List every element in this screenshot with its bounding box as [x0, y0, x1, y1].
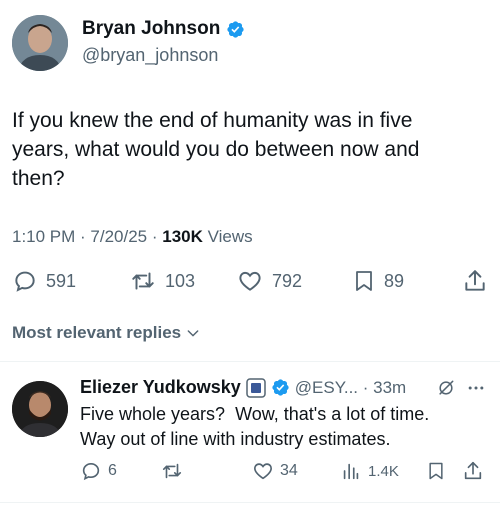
reply-count: 591: [46, 270, 77, 291]
reply-like-count: 34: [280, 462, 298, 479]
author-name-row: Bryan Johnson: [82, 18, 245, 40]
reply-handle-time[interactable]: @ESY... · 33m: [295, 378, 406, 398]
repost-icon: [129, 268, 157, 294]
grok-icon: [436, 378, 456, 398]
grok-button[interactable]: [436, 378, 456, 398]
reply-bookmark-button[interactable]: [426, 460, 446, 482]
share-button[interactable]: [462, 268, 488, 294]
reply-like-button[interactable]: 34: [252, 460, 298, 482]
author-handle[interactable]: @bryan_johnson: [82, 45, 218, 66]
divider: [0, 502, 500, 503]
reply-icon: [12, 268, 38, 294]
repost-button[interactable]: 103: [129, 268, 195, 294]
bookmark-icon: [352, 268, 376, 294]
reply-views-button[interactable]: 1.4K: [340, 460, 399, 482]
avatar-image: [12, 15, 68, 71]
views-chart-icon: [340, 460, 362, 482]
reply-reply-count: 6: [108, 462, 117, 479]
more-icon: [466, 378, 486, 398]
reply-share-button[interactable]: [462, 460, 484, 482]
share-icon: [462, 460, 484, 482]
tweet-text-line: then?: [12, 167, 65, 190]
replies-sort-label: Most relevant replies: [12, 323, 182, 342]
replies-sort-dropdown[interactable]: Most relevant replies: [12, 323, 201, 343]
author-name[interactable]: Bryan Johnson: [82, 18, 220, 40]
heart-icon: [236, 268, 264, 294]
reply-views-count: 1.4K: [368, 462, 399, 480]
bookmark-button[interactable]: 89: [352, 268, 404, 294]
tweet-text-line: years, what would you do between now and: [12, 138, 420, 161]
verified-badge-icon: [226, 20, 245, 39]
reply-text-line: Way out of line with industry estimates.: [80, 429, 391, 449]
tweet-timestamp[interactable]: 1:10 PM · 7/20/25 ·: [12, 227, 162, 246]
verified-badge-icon: [271, 378, 290, 397]
repost-count: 103: [165, 270, 196, 291]
repost-icon: [160, 460, 184, 482]
reply-repost-button[interactable]: [160, 460, 184, 482]
reply-author-avatar[interactable]: [12, 381, 68, 437]
reply-text-line: Five whole years? Wow, that's a lot of t…: [80, 404, 430, 424]
reply-reply-button[interactable]: 6: [80, 460, 117, 482]
reply-author-name[interactable]: Eliezer Yudkowsky: [80, 377, 241, 398]
bookmark-count: 89: [384, 270, 405, 291]
chevron-down-icon: [185, 325, 201, 341]
tweet-text-line: If you knew the end of humanity was in f…: [12, 109, 413, 132]
share-icon: [462, 268, 488, 294]
bookmark-icon: [426, 460, 446, 482]
reply-header: Eliezer Yudkowsky @ESY... · 33m: [80, 377, 406, 398]
more-options-button[interactable]: [466, 378, 486, 398]
tweet-text: If you knew the end of humanity was in f…: [12, 106, 492, 193]
like-count: 792: [272, 270, 303, 291]
reply-text: Five whole years? Wow, that's a lot of t…: [80, 402, 495, 452]
reply-button[interactable]: 591: [12, 268, 76, 294]
affiliate-badge-icon: [246, 377, 266, 398]
tweet-meta: 1:10 PM · 7/20/25 · 130K Views: [12, 227, 253, 247]
reply-icon: [80, 460, 102, 482]
author-avatar[interactable]: [12, 15, 68, 71]
views-count: 130K: [162, 227, 203, 246]
divider: [0, 361, 500, 362]
views-label: Views: [202, 227, 253, 246]
avatar-image: [12, 381, 68, 437]
heart-icon: [252, 460, 274, 482]
like-button[interactable]: 792: [236, 268, 302, 294]
